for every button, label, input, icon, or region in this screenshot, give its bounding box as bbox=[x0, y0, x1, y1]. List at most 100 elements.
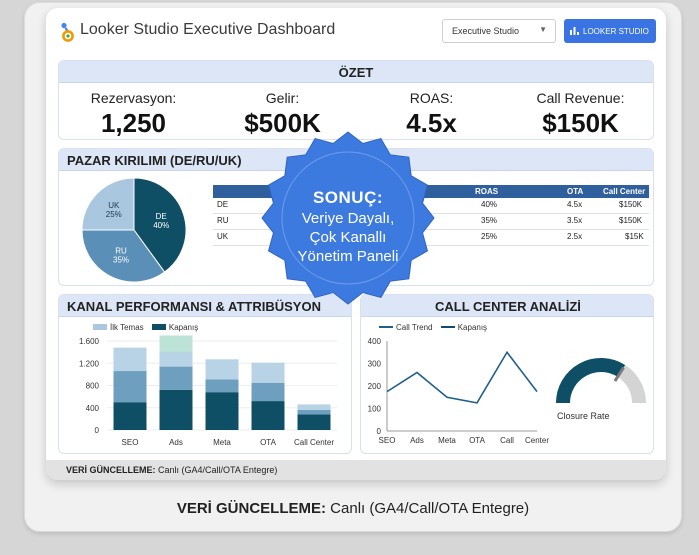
bar-segment bbox=[297, 404, 331, 410]
summary-title: ÖZET bbox=[59, 61, 653, 83]
legend-swatch bbox=[151, 324, 166, 330]
kpi-value: 1,250 bbox=[100, 108, 167, 138]
y-tick-label: 300 bbox=[368, 360, 382, 369]
footer-text: Canlı (GA4/Call/OTA Entegre) bbox=[155, 465, 278, 475]
gauge-label: Closure Rate bbox=[557, 411, 610, 421]
legend-swatch bbox=[93, 324, 107, 330]
table-header-ota: OTA bbox=[567, 187, 584, 196]
looker-logo-icon bbox=[61, 22, 74, 42]
bar-segment bbox=[251, 382, 285, 402]
dropdown-value: Executive Studio bbox=[452, 26, 520, 36]
pie-label: UK bbox=[108, 201, 120, 210]
cell-market: DE bbox=[217, 200, 229, 209]
data-update-footer: VERİ GÜNCELLEME: Canlı (GA4/Call/OTA Ent… bbox=[46, 460, 666, 480]
cell-ota: 4.5x bbox=[567, 200, 583, 209]
kpi-label: ROAS: bbox=[409, 90, 454, 106]
cell-call: $150K bbox=[619, 216, 643, 225]
x-tick-label: Meta bbox=[213, 438, 231, 447]
app-title: Looker Studio Executive Dashboard bbox=[80, 21, 336, 38]
cell-market: UK bbox=[217, 232, 229, 241]
footer-label: VERİ GÜNCELLEME: bbox=[66, 465, 156, 475]
legend-line-swatch bbox=[440, 326, 455, 328]
header-bar: Looker Studio Executive Dashboard Execut… bbox=[46, 8, 666, 54]
cell-roas: 35% bbox=[481, 216, 498, 225]
x-tick-label: OTA bbox=[469, 436, 486, 445]
kpi-call-revenue: Call Revenue: $150K bbox=[506, 90, 653, 139]
caption-text: Canlı (GA4/Call/OTA Entegre) bbox=[326, 500, 530, 517]
bar-segment bbox=[297, 414, 331, 430]
x-tick-label: Call Center bbox=[294, 438, 334, 447]
badge-heading: SONUÇ: bbox=[312, 188, 384, 207]
x-tick-label: SEO bbox=[379, 436, 396, 445]
badge-line: Yönetim Paneli bbox=[297, 248, 399, 265]
cell-ota: 3.5x bbox=[567, 216, 583, 225]
bar-segment bbox=[297, 409, 331, 415]
legend-label: Kapanış bbox=[168, 323, 199, 332]
channel-bar-chart: 0 400 800 1.200 1.600 SEO Ads Meta OTA Call Cente… bbox=[79, 335, 337, 447]
x-tick-label: Center bbox=[525, 436, 549, 445]
callcenter-section: CALL CENTER ANALİZİ Call Trend Kapanış 0… bbox=[360, 294, 654, 454]
pie-label: DE bbox=[156, 212, 167, 221]
cell-roas: 25% bbox=[481, 232, 498, 241]
x-tick-label: Ads bbox=[410, 436, 424, 445]
legend-label: Kapanış bbox=[457, 323, 488, 332]
cell-ota: 2.5x bbox=[567, 232, 583, 241]
kpi-label: Call Revenue: bbox=[536, 90, 625, 106]
table-header-roas: ROAS bbox=[475, 187, 499, 196]
bar-segment bbox=[251, 401, 285, 430]
chevron-down-icon: ▼ bbox=[539, 25, 547, 34]
closure-rate-gauge bbox=[556, 358, 646, 404]
badge-line: Çok Kanallı bbox=[309, 229, 387, 246]
y-tick-label: 0 bbox=[95, 426, 100, 435]
cell-call: $150K bbox=[619, 200, 643, 209]
looker-studio-button[interactable]: LOOKER STUDIO bbox=[564, 19, 656, 43]
bar-chart-icon bbox=[570, 27, 579, 35]
y-tick-label: 0 bbox=[377, 427, 382, 436]
pie-percent: 25% bbox=[106, 210, 122, 219]
legend-line-swatch bbox=[379, 326, 393, 328]
line-legend: Call Trend Kapanış bbox=[379, 323, 487, 332]
y-tick-label: 200 bbox=[368, 382, 382, 391]
kpi-label: Gelir: bbox=[265, 90, 300, 106]
bar-segment bbox=[251, 362, 285, 383]
pie-label: RU bbox=[115, 246, 127, 255]
market-pie-chart: DE40% RU35% UK25% bbox=[81, 177, 187, 283]
bar-segment bbox=[205, 379, 239, 393]
bottom-caption: VERİ GÜNCELLEME: Canlı (GA4/Call/OTA Ent… bbox=[24, 500, 682, 517]
badge-line: Veriye Dayalı, bbox=[301, 210, 395, 227]
x-tick-label: Meta bbox=[438, 436, 456, 445]
x-tick-label: OTA bbox=[260, 438, 277, 447]
y-tick-label: 400 bbox=[368, 337, 382, 346]
bar-legend: İlk Temas Kapanış bbox=[93, 323, 198, 332]
bar-segment bbox=[205, 359, 239, 380]
cell-call: $15K bbox=[625, 232, 644, 241]
cell-roas: 40% bbox=[481, 200, 498, 209]
bar-segment bbox=[159, 351, 193, 367]
bar-segment bbox=[159, 389, 193, 430]
cell-market: RU bbox=[217, 216, 229, 225]
studio-dropdown[interactable]: Executive Studio ▼ bbox=[442, 19, 556, 43]
kpi-value: $150K bbox=[542, 108, 619, 138]
y-tick-label: 1.600 bbox=[79, 337, 100, 346]
y-tick-label: 800 bbox=[86, 382, 100, 391]
bar-segment bbox=[113, 371, 147, 403]
kpi-label: Rezervasyon: bbox=[90, 90, 177, 106]
y-tick-label: 400 bbox=[86, 404, 100, 413]
looker-studio-button-label: LOOKER STUDIO bbox=[583, 27, 649, 36]
bar-segment bbox=[205, 392, 239, 430]
bar-segment bbox=[159, 366, 193, 390]
kpi-reservations: Rezervasyon: 1,250 bbox=[59, 90, 208, 139]
bar-segment bbox=[113, 347, 147, 372]
pie-percent: 40% bbox=[153, 221, 169, 230]
pie-percent: 35% bbox=[113, 255, 129, 264]
channel-section: KANAL PERFORMANSI & ATTRIBÜSYON İlk Tema… bbox=[58, 294, 352, 454]
gauge-fill bbox=[556, 358, 626, 404]
badge-text: SONUÇ: Veriye Dayalı, Çok Kanallı Yöneti… bbox=[258, 188, 438, 265]
x-tick-label: Ads bbox=[169, 438, 183, 447]
bar-segment bbox=[113, 402, 147, 430]
legend-label: Call Trend bbox=[396, 323, 433, 332]
table-header-call-center: Call Center bbox=[603, 187, 646, 196]
legend-label: İlk Temas bbox=[110, 323, 144, 332]
y-tick-label: 100 bbox=[368, 405, 382, 414]
x-tick-label: Call bbox=[500, 436, 514, 445]
